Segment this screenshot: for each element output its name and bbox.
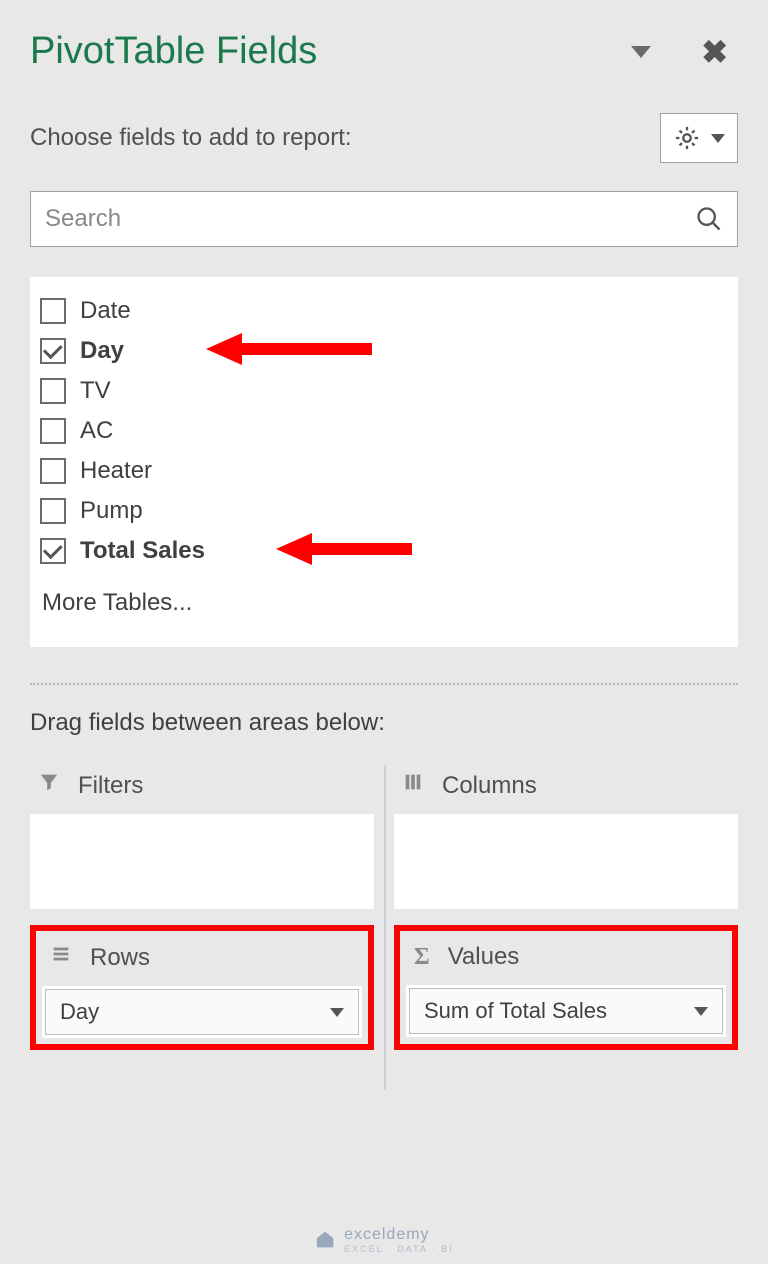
checkbox[interactable]	[40, 378, 66, 404]
zone-label: Rows	[90, 944, 150, 972]
columns-icon	[402, 771, 424, 800]
field-list: Date Day TV AC Heater Pump Total Sales	[30, 277, 738, 647]
watermark-icon	[314, 1229, 336, 1251]
divider	[30, 683, 738, 685]
vertical-divider	[384, 765, 386, 1090]
field-label: Day	[80, 337, 124, 365]
close-icon[interactable]: ✖	[701, 33, 728, 71]
rows-pill-day[interactable]: Day	[45, 989, 359, 1035]
checkbox[interactable]	[40, 418, 66, 444]
values-header: Σ Values	[406, 937, 726, 985]
field-label: Date	[80, 297, 131, 325]
values-dropzone[interactable]: Sum of Total Sales	[406, 985, 726, 1037]
field-label: TV	[80, 377, 111, 405]
filters-zone[interactable]: Filters	[30, 765, 374, 909]
chevron-down-icon	[711, 134, 725, 143]
rows-header: Rows	[42, 937, 362, 986]
annotation-arrow	[276, 533, 412, 565]
field-label: Heater	[80, 457, 152, 485]
watermark-sub: EXCEL · DATA · BI	[344, 1244, 454, 1254]
search-box[interactable]	[30, 191, 738, 247]
header-row: PivotTable Fields ✖	[30, 30, 738, 73]
settings-button[interactable]	[660, 113, 738, 163]
checkbox[interactable]	[40, 498, 66, 524]
search-input[interactable]	[45, 205, 695, 233]
field-item-day[interactable]: Day	[36, 331, 732, 371]
rows-dropzone[interactable]: Day	[42, 986, 362, 1038]
field-label: Total Sales	[80, 537, 205, 565]
columns-zone[interactable]: Columns	[394, 765, 738, 909]
panel-title: PivotTable Fields	[30, 30, 317, 73]
pivot-fields-panel: PivotTable Fields ✖ Choose fields to add…	[0, 0, 768, 1050]
zone-label: Filters	[78, 772, 143, 800]
field-item-date[interactable]: Date	[36, 291, 732, 331]
values-pill-sumtotal[interactable]: Sum of Total Sales	[409, 988, 723, 1034]
header-controls: ✖	[631, 33, 738, 71]
field-item-heater[interactable]: Heater	[36, 451, 732, 491]
watermark: exceldemy EXCEL · DATA · BI	[314, 1226, 454, 1254]
pill-label: Day	[60, 999, 99, 1025]
checkbox[interactable]	[40, 458, 66, 484]
drag-instruction: Drag fields between areas below:	[30, 709, 738, 737]
field-label: Pump	[80, 497, 143, 525]
rows-icon	[50, 943, 72, 972]
field-label: AC	[80, 417, 113, 445]
zone-label: Values	[448, 943, 520, 971]
values-zone[interactable]: Σ Values Sum of Total Sales	[394, 925, 738, 1050]
search-icon	[695, 205, 723, 233]
rows-zone[interactable]: Rows Day	[30, 925, 374, 1050]
chevron-down-icon[interactable]	[330, 1008, 344, 1017]
annotation-arrow	[206, 333, 372, 365]
more-tables-link[interactable]: More Tables...	[36, 571, 732, 621]
funnel-icon	[38, 771, 60, 800]
gear-icon	[673, 124, 701, 152]
checkbox-checked[interactable]	[40, 338, 66, 364]
filters-header: Filters	[30, 765, 374, 814]
field-item-tv[interactable]: TV	[36, 371, 732, 411]
field-item-totalsales[interactable]: Total Sales	[36, 531, 732, 571]
panel-dropdown-icon[interactable]	[631, 46, 651, 58]
checkbox-checked[interactable]	[40, 538, 66, 564]
columns-header: Columns	[394, 765, 738, 814]
filters-dropzone[interactable]	[30, 814, 374, 909]
columns-dropzone[interactable]	[394, 814, 738, 909]
zone-label: Columns	[442, 772, 537, 800]
field-item-pump[interactable]: Pump	[36, 491, 732, 531]
field-item-ac[interactable]: AC	[36, 411, 732, 451]
subtitle-text: Choose fields to add to report:	[30, 124, 352, 152]
subtitle-row: Choose fields to add to report:	[30, 113, 738, 163]
watermark-brand: exceldemy	[344, 1226, 429, 1243]
pill-label: Sum of Total Sales	[424, 998, 607, 1024]
areas-grid: Filters Columns Rows Day	[30, 765, 738, 1050]
sigma-icon: Σ	[414, 944, 430, 971]
checkbox[interactable]	[40, 298, 66, 324]
chevron-down-icon[interactable]	[694, 1007, 708, 1016]
